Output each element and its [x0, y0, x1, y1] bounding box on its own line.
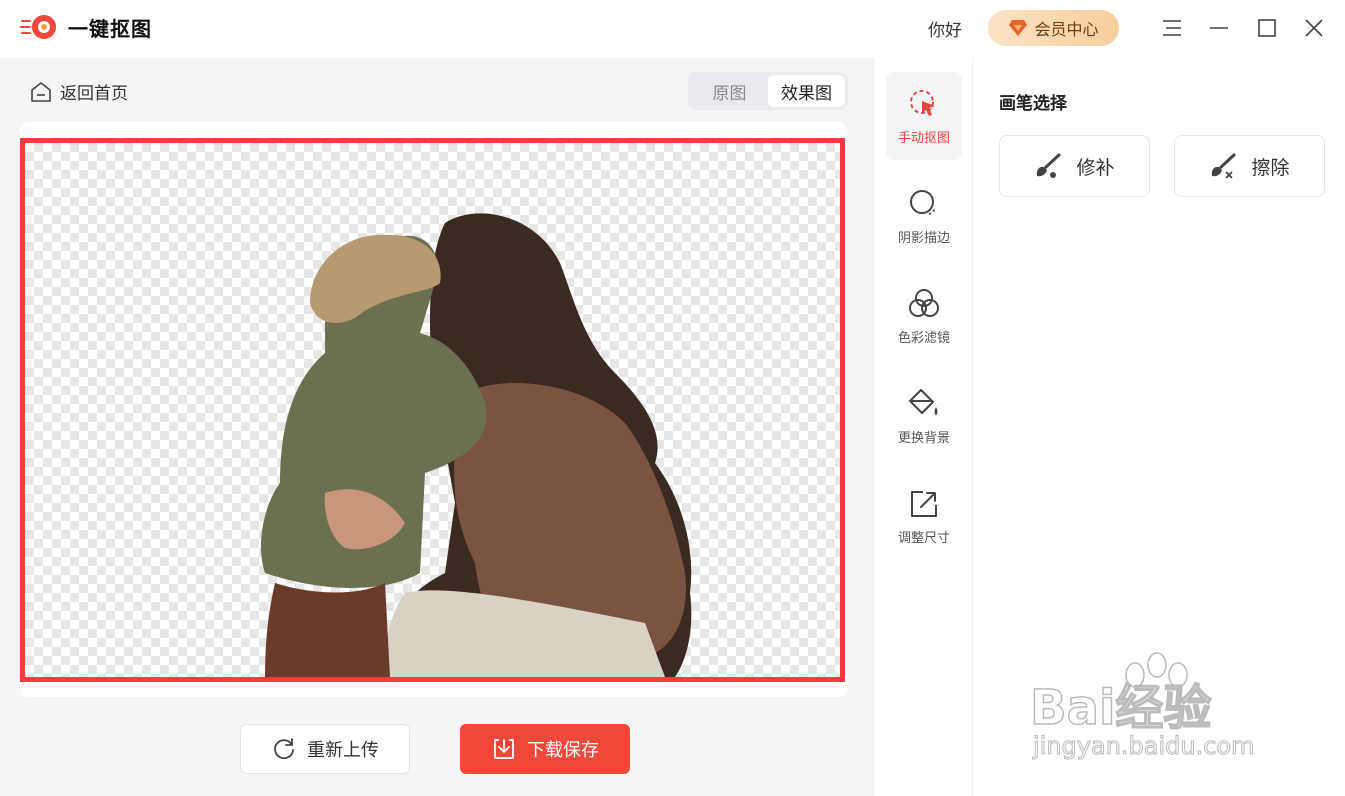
reupload-label: 重新上传	[307, 740, 379, 761]
tool-manual-cutout[interactable]: 手动抠图	[886, 72, 962, 160]
home-icon	[31, 81, 51, 102]
color-filter-icon	[909, 288, 939, 317]
tool-shadow-stroke[interactable]: 阴影描边	[886, 172, 962, 260]
maximize-icon	[1258, 19, 1276, 37]
back-home-link[interactable]: 返回首页	[30, 79, 128, 104]
erase-brush-button[interactable]: 擦除	[1174, 135, 1325, 197]
brush-icon	[1037, 153, 1061, 178]
erase-label: 擦除	[1251, 156, 1290, 179]
tool-color-filter[interactable]: 色彩滤镜	[886, 272, 962, 360]
repair-brush-button[interactable]: 修补	[999, 135, 1150, 197]
minimize-icon	[1210, 27, 1228, 29]
shadow-stroke-icon	[910, 189, 937, 215]
app-logo: 一键抠图	[19, 12, 152, 42]
tools-sidebar: 手动抠图 阴影描边 色彩滤镜 更换背景 调整尺寸	[873, 58, 973, 796]
cutout-image	[260, 213, 692, 677]
brush-panel: 画笔选择 修补 擦除	[974, 58, 1345, 796]
download-icon	[494, 739, 514, 759]
diamond-icon	[1009, 20, 1028, 36]
title-bar: 一键抠图 你好 会员中心	[0, 0, 1345, 58]
tool-label: 色彩滤镜	[897, 330, 950, 346]
paint-bucket-icon	[909, 388, 938, 415]
tool-change-background[interactable]: 更换背景	[886, 372, 962, 460]
manual-cutout-icon	[910, 89, 935, 116]
maximize-button[interactable]	[1253, 14, 1281, 42]
eraser-brush-icon	[1212, 153, 1236, 179]
close-button[interactable]	[1300, 14, 1328, 42]
download-save-button[interactable]: 下载保存	[460, 724, 630, 774]
editor-area: 返回首页 原图 效果图 重新上传 下载保存	[0, 58, 873, 796]
panel-title: 画笔选择	[999, 94, 1067, 114]
vip-center-button[interactable]: 会员中心	[988, 10, 1119, 46]
reupload-button[interactable]: 重新上传	[240, 724, 410, 774]
vip-center-label: 会员中心	[1034, 20, 1099, 39]
resize-icon	[911, 490, 937, 517]
close-icon	[1305, 19, 1323, 37]
tool-label: 调整尺寸	[897, 530, 950, 546]
tool-label: 手动抠图	[897, 130, 950, 146]
view-toggle: 原图 效果图	[688, 72, 848, 110]
back-home-label: 返回首页	[60, 84, 128, 104]
logo-icon	[19, 12, 58, 42]
minimize-button[interactable]	[1205, 14, 1233, 42]
tab-original[interactable]: 原图	[691, 75, 768, 107]
user-greeting[interactable]: 你好	[928, 16, 962, 41]
tab-result[interactable]: 效果图	[768, 75, 845, 107]
refresh-icon	[274, 738, 294, 760]
result-canvas[interactable]	[20, 138, 845, 682]
download-save-label: 下载保存	[527, 740, 599, 761]
menu-button[interactable]	[1158, 14, 1186, 42]
app-title: 一键抠图	[68, 16, 152, 41]
repair-label: 修补	[1076, 156, 1115, 179]
tool-label: 更换背景	[897, 430, 950, 446]
tool-label: 阴影描边	[897, 230, 950, 246]
tool-resize[interactable]: 调整尺寸	[886, 472, 962, 560]
menu-icon	[1163, 20, 1181, 36]
